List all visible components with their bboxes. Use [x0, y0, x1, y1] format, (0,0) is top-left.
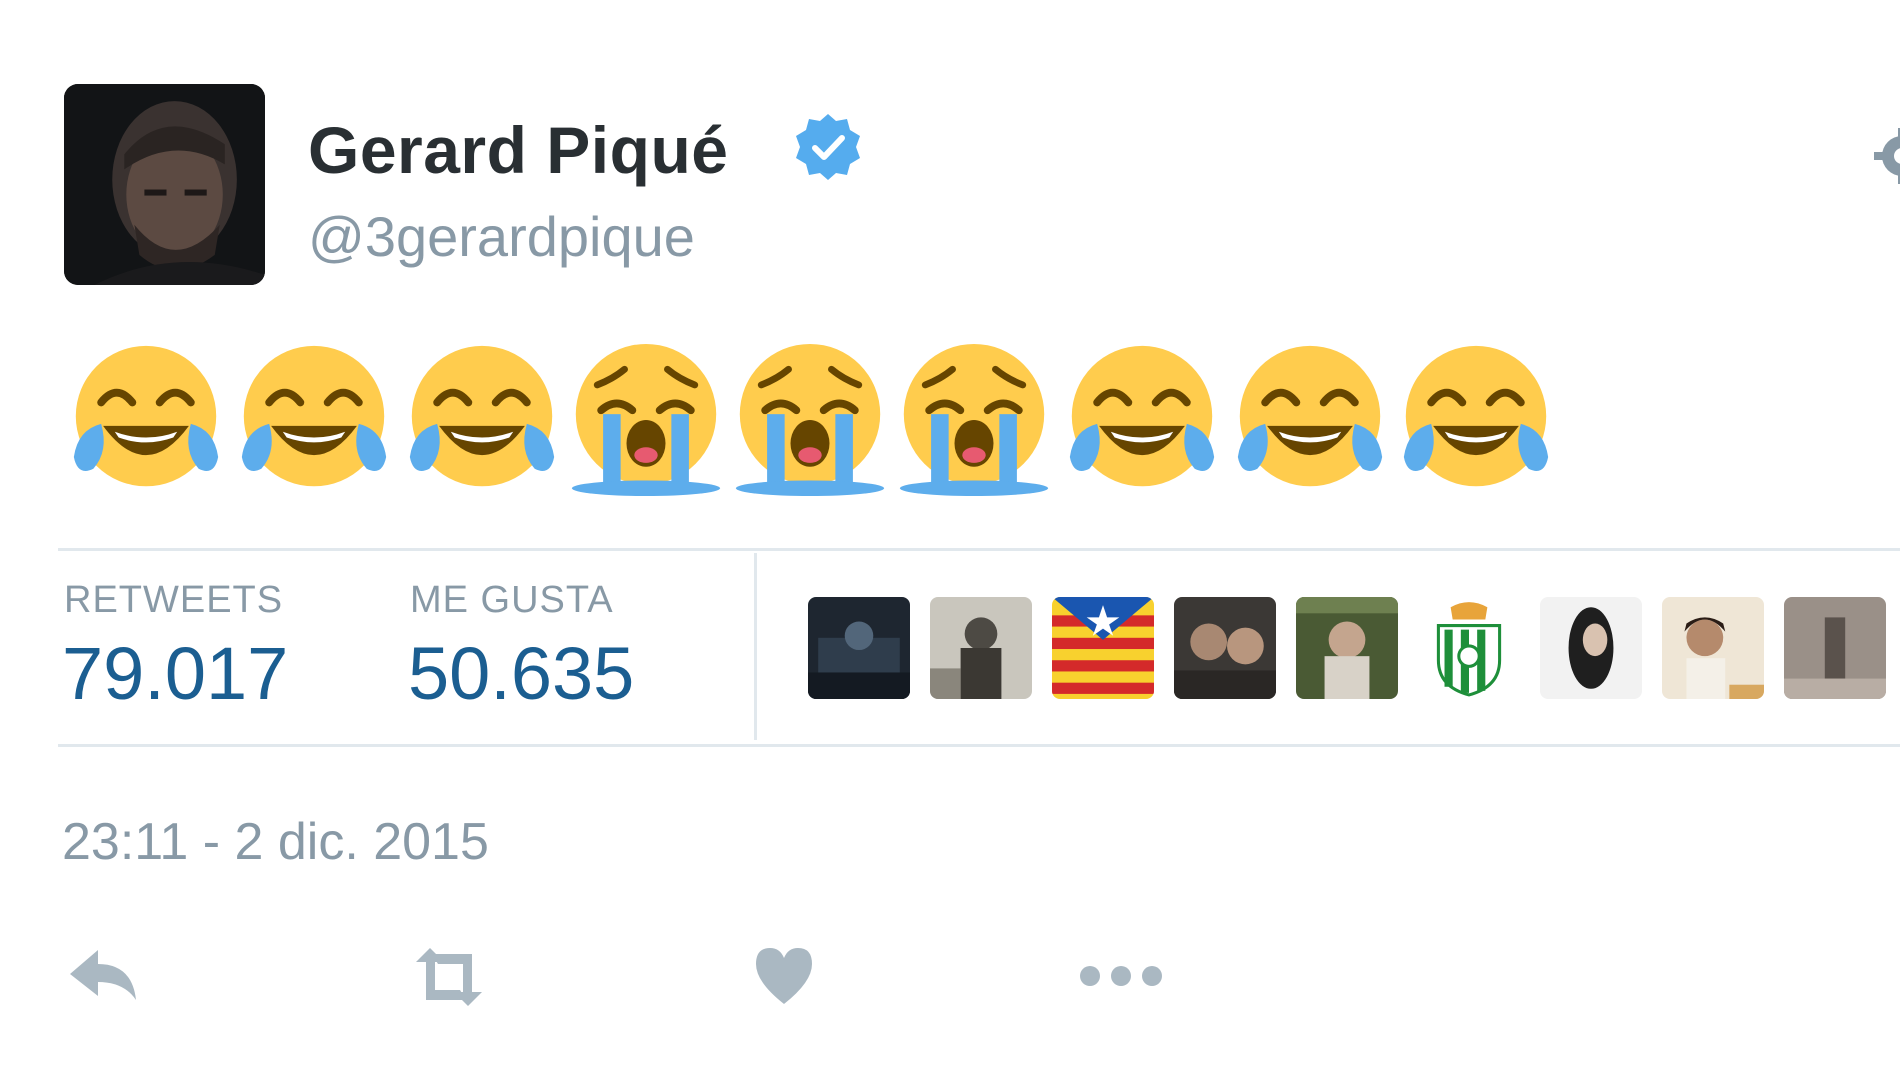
liker-avatar-senyera-flag[interactable]: [1052, 597, 1154, 699]
avatar-photo: [64, 84, 265, 285]
liker-avatar[interactable]: [1784, 597, 1886, 699]
like-icon[interactable]: [752, 942, 816, 1012]
liker-avatar[interactable]: [1296, 597, 1398, 699]
liker-avatar[interactable]: [1540, 597, 1642, 699]
face-with-tears-of-joy-emoji: [1398, 342, 1554, 498]
more-icon[interactable]: [1078, 942, 1164, 1012]
liker-avatar[interactable]: [1174, 597, 1276, 699]
likes-label[interactable]: ME GUSTA: [410, 578, 614, 622]
face-with-tears-of-joy-emoji: [1232, 342, 1388, 498]
liker-avatar[interactable]: [930, 597, 1032, 699]
author-avatar[interactable]: [64, 84, 265, 285]
face-with-tears-of-joy-emoji: [236, 342, 392, 498]
reply-icon[interactable]: [66, 942, 142, 1012]
liker-avatar[interactable]: [808, 597, 910, 699]
verified-badge-icon: [793, 112, 863, 182]
retweets-label[interactable]: RETWEETS: [64, 578, 283, 622]
liker-avatar[interactable]: [1662, 597, 1764, 699]
retweets-count[interactable]: 79.017: [62, 632, 288, 716]
face-with-tears-of-joy-emoji: [404, 342, 560, 498]
author-display-name[interactable]: Gerard Piqué: [308, 110, 728, 190]
stats-bottom-divider: [58, 744, 1900, 747]
likes-count[interactable]: 50.635: [408, 632, 634, 716]
gear-icon[interactable]: [1872, 126, 1900, 186]
stats-top-divider: [58, 548, 1900, 551]
tweet-card: Gerard Piqué @3gerardpique RETWEETS 79.0…: [0, 0, 1900, 1069]
liker-avatar-betis-crest[interactable]: [1418, 597, 1520, 699]
tweet-timestamp[interactable]: 23:11 - 2 dic. 2015: [62, 810, 489, 874]
face-with-tears-of-joy-emoji: [1064, 342, 1220, 498]
author-handle[interactable]: @3gerardpique: [308, 202, 695, 272]
retweet-icon[interactable]: [404, 942, 494, 1012]
loudly-crying-face-emoji: [732, 342, 888, 498]
face-with-tears-of-joy-emoji: [68, 342, 224, 498]
loudly-crying-face-emoji: [896, 342, 1052, 498]
loudly-crying-face-emoji: [568, 342, 724, 498]
stats-vertical-divider: [754, 553, 757, 740]
